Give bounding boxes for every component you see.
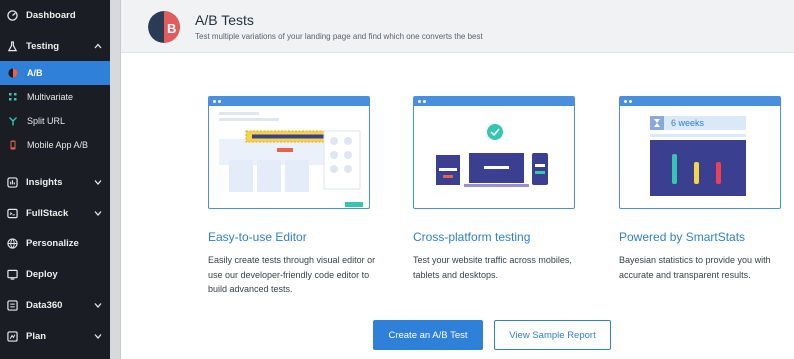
chevron-down-icon [94, 334, 102, 339]
svg-text:B: B [167, 21, 176, 36]
svg-text:6 weeks: 6 weeks [671, 118, 705, 128]
chevron-down-icon [94, 211, 102, 216]
sidebar-item-label: Personalize [26, 237, 79, 249]
globe-icon [6, 237, 18, 249]
sidebar-item-label: Data360 [26, 299, 63, 311]
sidebar-item-label: Insights [26, 176, 63, 188]
sidebar-subitem-label: A/B [27, 68, 43, 78]
card-title: Easy-to-use Editor [208, 230, 307, 244]
dashboard-icon [6, 9, 18, 21]
sidebar-subitem-split-url[interactable]: Split URL [0, 109, 110, 133]
sidebar-item-fullstack[interactable]: FullStack [0, 200, 110, 226]
sidebar-item-testing[interactable]: Testing [0, 33, 110, 59]
sidebar: Dashboard Testing A/B Multivariate Split… [0, 0, 110, 359]
card-description: Test your website traffic across mobiles… [413, 255, 572, 280]
mobile-icon [8, 140, 18, 150]
sidebar-item-label: Deploy [26, 268, 58, 280]
ab-logo-icon: B [148, 11, 180, 43]
sidebar-item-deploy[interactable]: Deploy [0, 261, 110, 287]
sidebar-item-insights[interactable]: Insights [0, 169, 110, 195]
page-header: B A/B Tests Test multiple variations of … [121, 0, 794, 53]
sidebar-item-label: FullStack [26, 207, 69, 219]
data360-icon [6, 299, 18, 311]
plan-icon [6, 330, 18, 342]
sidebar-item-label: Plan [26, 330, 47, 342]
sidebar-subitem-label: Multivariate [27, 92, 74, 102]
sidebar-subitem-ab[interactable]: A/B [0, 61, 110, 85]
sidebar-item-data360[interactable]: Data360 [0, 292, 110, 318]
devices-illustration [413, 96, 575, 209]
chevron-down-icon [94, 303, 102, 308]
card-description: Easily create tests through visual edito… [208, 255, 376, 294]
flask-icon [6, 40, 18, 52]
card-description: Bayesian statistics to provide you with … [619, 255, 771, 280]
ab-icon [8, 68, 18, 78]
grid-dots-icon [8, 92, 18, 102]
view-sample-report-button[interactable]: View Sample Report [494, 320, 611, 350]
fullstack-icon [6, 207, 18, 219]
sidebar-subitem-label: Mobile App A/B [27, 140, 89, 150]
sidebar-item-label: Dashboard [26, 9, 76, 21]
sidebar-subitem-label: Split URL [27, 116, 66, 126]
sidebar-item-label: Testing [26, 40, 60, 52]
sidebar-item-dashboard[interactable]: Dashboard [0, 2, 110, 28]
insights-icon [6, 176, 18, 188]
sidebar-item-plan[interactable]: Plan [0, 323, 110, 349]
sidebar-item-personalize[interactable]: Personalize [0, 230, 110, 256]
card-title: Powered by SmartStats [619, 230, 746, 244]
sidebar-subitem-multivariate[interactable]: Multivariate [0, 85, 110, 109]
chevron-down-icon [94, 180, 102, 185]
page-title: A/B Tests [195, 12, 254, 28]
split-icon [8, 116, 18, 126]
stats-illustration: 6 weeks [619, 96, 781, 209]
editor-illustration [208, 96, 370, 209]
sidebar-subitem-mobile-app-ab[interactable]: Mobile App A/B [0, 133, 110, 157]
card-title: Cross-platform testing [413, 230, 531, 244]
sidebar-scrollbar[interactable] [110, 0, 121, 359]
create-ab-test-button[interactable]: Create an A/B Test [373, 320, 483, 350]
chevron-up-icon [94, 43, 102, 49]
page-subtitle: Test multiple variations of your landing… [195, 32, 483, 41]
deploy-icon [6, 268, 18, 280]
